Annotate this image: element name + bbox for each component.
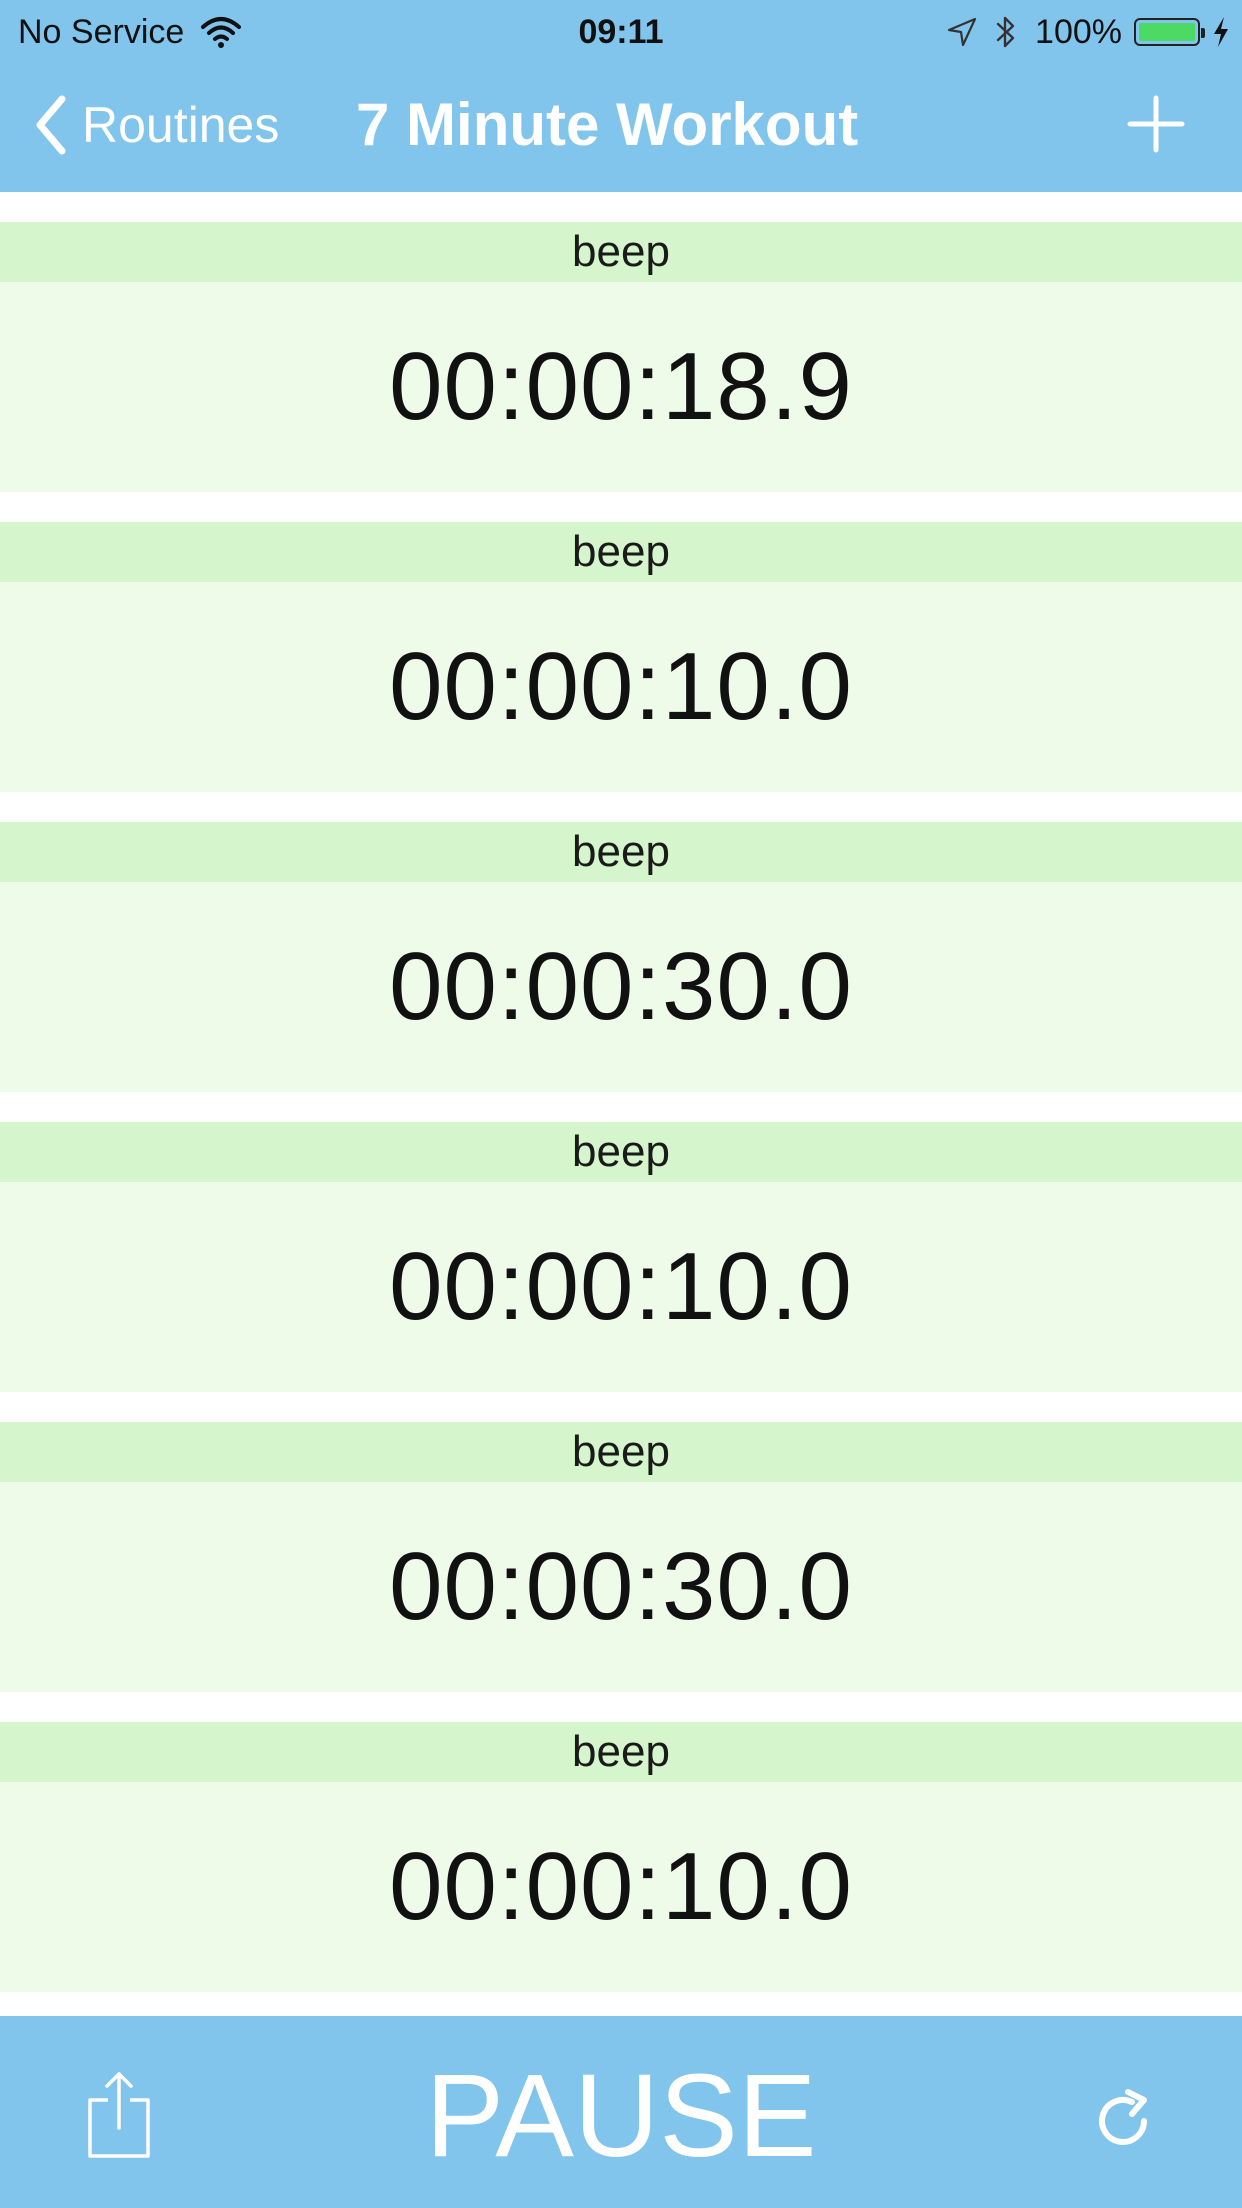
timer-label: beep — [0, 1722, 1242, 1782]
battery-fill — [1139, 23, 1195, 41]
page-title: 7 Minute Workout — [356, 91, 859, 158]
timer-row[interactable]: beep 00:00:10.0 — [0, 1722, 1242, 1992]
share-icon[interactable] — [84, 2070, 154, 2160]
screen: No Service 09:11 100% Routines 7 Minute … — [0, 0, 1242, 2208]
back-button[interactable]: Routines — [34, 90, 279, 160]
location-icon — [947, 17, 977, 47]
timer-time: 00:00:10.0 — [0, 1782, 1242, 1992]
timer-label: beep — [0, 1122, 1242, 1182]
timer-row[interactable]: beep 00:00:30.0 — [0, 822, 1242, 1092]
refresh-icon[interactable] — [1088, 2086, 1158, 2156]
timer-label: beep — [0, 1422, 1242, 1482]
timer-label: beep — [0, 822, 1242, 882]
battery-icon — [1134, 18, 1205, 46]
timer-time: 00:00:30.0 — [0, 882, 1242, 1092]
timer-label: beep — [0, 222, 1242, 282]
chevron-left-icon — [36, 95, 66, 155]
pause-button[interactable]: PAUSE — [421, 2056, 821, 2176]
charging-icon — [1214, 17, 1228, 47]
bluetooth-icon — [996, 16, 1015, 48]
top-bar: No Service 09:11 100% Routines 7 Minute … — [0, 0, 1242, 192]
timer-row[interactable]: beep 00:00:18.9 — [0, 222, 1242, 492]
timer-time: 00:00:18.9 — [0, 282, 1242, 492]
bottom-toolbar: PAUSE — [0, 2016, 1242, 2208]
timer-row[interactable]: beep 00:00:10.0 — [0, 1122, 1242, 1392]
timer-row[interactable]: beep 00:00:10.0 — [0, 522, 1242, 792]
timer-time: 00:00:10.0 — [0, 582, 1242, 792]
timer-time: 00:00:30.0 — [0, 1482, 1242, 1692]
plus-icon[interactable] — [1126, 94, 1186, 154]
timer-row[interactable]: beep 00:00:30.0 — [0, 1422, 1242, 1692]
timer-label: beep — [0, 522, 1242, 582]
timer-time: 00:00:10.0 — [0, 1182, 1242, 1392]
status-right: 100% — [947, 10, 1230, 54]
back-label: Routines — [82, 97, 280, 153]
battery-percent: 100% — [1035, 12, 1122, 51]
